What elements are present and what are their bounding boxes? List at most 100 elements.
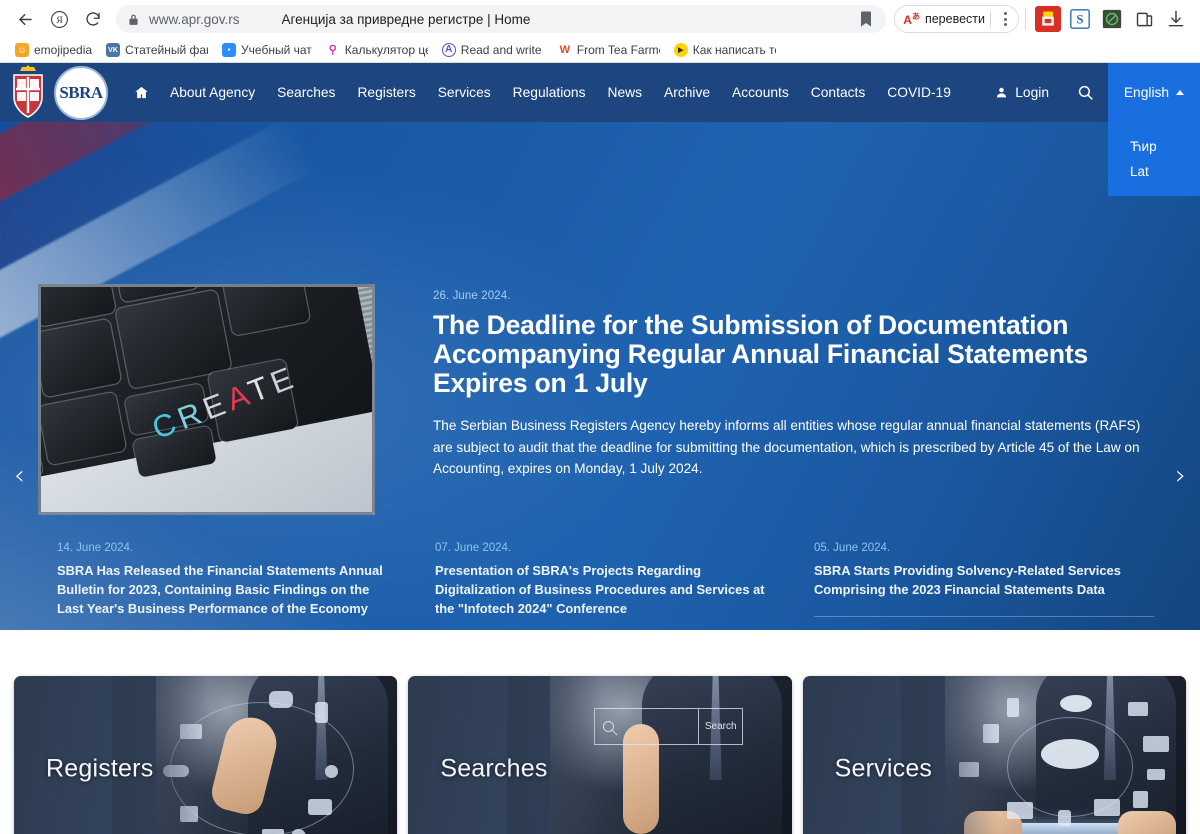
news-item-title: SBRA Has Released the Financial Statemen… [57,563,383,616]
nav-item-archive[interactable]: Archive [653,80,721,106]
collections-icon[interactable] [1131,6,1157,32]
search-bar-illustration: Search [593,707,744,745]
translate-label: перевести [924,12,985,26]
search-button-illustration: Search [698,708,742,744]
bookmark-favicon-video: ▶ [673,43,688,57]
language-selector[interactable]: English Ћир Lat [1108,63,1200,196]
card-photo [900,676,1186,834]
hero-news-item[interactable]: 05. June 2024. SBRA Starts Providing Sol… [814,542,1182,630]
more-options-icon[interactable] [996,12,1014,26]
bookmark-item[interactable]: A Read and write Ch [435,41,551,59]
nav-menu: About Agency Searches Registers Services… [124,79,962,106]
divider [814,615,1154,617]
search-icon[interactable] [1063,84,1108,101]
extension-icon-1[interactable] [1035,6,1061,32]
hero-article-date: 26. June 2024. [433,290,511,302]
bookmark-item[interactable]: ▪ Учебный чат [215,41,319,59]
news-item-title: Presentation of SBRA's Projects Regardin… [435,563,765,616]
card-photo [112,676,398,834]
nav-item-services[interactable]: Services [427,80,502,106]
hero-news-item[interactable]: 14. June 2024. SBRA Has Released the Fin… [57,542,425,630]
bookmark-item[interactable]: VK Статейный факул [99,41,215,59]
bookmark-favicon-tea: W [557,43,572,57]
card-searches[interactable]: Search Searches [408,676,792,834]
hero-article-description: The Serbian Business Registers Agency he… [433,418,1141,476]
yandex-logo-icon[interactable]: Я [42,4,76,34]
nav-item-searches[interactable]: Searches [266,80,346,106]
language-current-label: English [1123,85,1170,100]
hero-article-title[interactable]: The Deadline for the Submission of Docum… [433,311,1163,398]
bookmark-favicon-emojipedia: ☺ [15,43,29,57]
bookmark-label: Статейный факул [125,43,208,57]
bookmark-favicon-readwrite: A [441,43,456,57]
bookmarks-bar: ☺ emojipedia VK Статейный факул ▪ Учебны… [0,38,1200,63]
language-option-latin[interactable]: Lat [1130,159,1200,184]
downloads-icon[interactable] [1163,6,1189,32]
card-registers[interactable]: Registers [14,676,398,834]
bookmark-item[interactable]: ☺ emojipedia [8,41,99,59]
news-item-title: SBRA Starts Providing Solvency-Related S… [814,563,1121,597]
svg-text:Я: Я [56,16,63,26]
bookmark-label: Калькулятор цен [344,43,428,57]
bookmark-label: Учебный чат [241,43,312,57]
lock-icon [129,14,138,25]
chevron-left-icon[interactable]: ‹ [14,462,25,489]
nav-item-accounts[interactable]: Accounts [721,80,800,106]
nav-item-registers[interactable]: Registers [346,80,426,106]
bookmark-favicon-chat: ▪ [222,43,237,57]
extension-icon-2[interactable]: S [1067,6,1093,32]
hero-carousel: CREATE 26. June 2024. The Deadline for t… [0,122,1200,630]
divider [990,11,991,27]
back-arrow-icon[interactable] [8,4,42,34]
news-item-date: 07. June 2024. [435,542,512,554]
hero-news-list: 14. June 2024. SBRA Has Released the Fin… [0,542,1200,630]
card-services[interactable]: Services [802,676,1186,834]
nav-item-news[interactable]: News [597,80,654,106]
serbian-coat-of-arms-icon [8,64,48,121]
svg-text:S: S [1076,13,1083,27]
login-button[interactable]: Login [981,85,1063,100]
caret-up-icon [1176,90,1185,95]
bookmark-label: Как написать текс [692,43,776,57]
nav-home-icon[interactable] [124,79,159,106]
nav-item-about-agency[interactable]: About Agency [159,80,266,106]
nav-right-group: Login English Ћир Lat [981,63,1200,196]
news-item-date: 05. June 2024. [814,542,891,554]
bookmark-favicon-calculator: ⚲ [325,43,340,57]
language-option-cyrillic[interactable]: Ћир [1130,134,1200,159]
sbra-logo[interactable]: SBRA [54,65,108,120]
hero-news-item[interactable]: 07. June 2024. Presentation of SBRA's Pr… [435,542,803,630]
url-host-text: www.apr.gov.rs [149,11,240,27]
keyboard-illustration: CREATE [41,287,372,512]
address-bar[interactable]: www.apr.gov.rs Агенција за привредне рег… [116,5,887,33]
sbra-logo-text: SBRA [59,82,103,102]
browser-toolbar: Я www.apr.gov.rs Агенција за привредне р… [0,0,1200,38]
reload-icon[interactable] [76,4,110,34]
news-item-date: 14. June 2024. [57,542,134,554]
nav-item-regulations[interactable]: Regulations [502,80,597,106]
card-label: Registers [46,754,154,783]
bookmark-item[interactable]: ▶ Как написать текс [667,41,783,59]
nav-item-contacts[interactable]: Contacts [800,80,876,106]
card-label: Searches [440,754,548,783]
chevron-right-icon[interactable]: › [1175,462,1186,489]
translate-button[interactable]: Aあ перевести [894,5,1019,33]
translate-icon: Aあ [903,11,920,27]
hero-featured-article: 26. June 2024. The Deadline for the Subm… [433,290,1163,480]
card-label: Services [834,754,933,783]
bookmark-item[interactable]: ⚲ Калькулятор цен [319,41,435,59]
browser-chrome: Я www.apr.gov.rs Агенција за привредне р… [0,0,1200,63]
card-photo: Search [506,676,792,834]
divider [1025,8,1026,30]
bookmark-item[interactable]: W From Tea Farmer t [551,41,667,59]
magnifier-icon [602,720,614,732]
bookmark-label: From Tea Farmer t [576,43,660,57]
language-dropdown-menu: Ћир Lat [1108,122,1200,196]
bookmark-flag-icon [861,11,872,27]
extension-icon-3[interactable] [1099,6,1125,32]
bookmark-label: emojipedia [34,43,93,57]
page-title-text: Агенција за привредне регистре | Home [281,11,531,27]
quick-links-cards: Registers Search Searches Services [0,676,1200,834]
hero-featured-image[interactable]: CREATE [38,284,375,515]
nav-item-covid-19[interactable]: COVID-19 [876,80,962,106]
